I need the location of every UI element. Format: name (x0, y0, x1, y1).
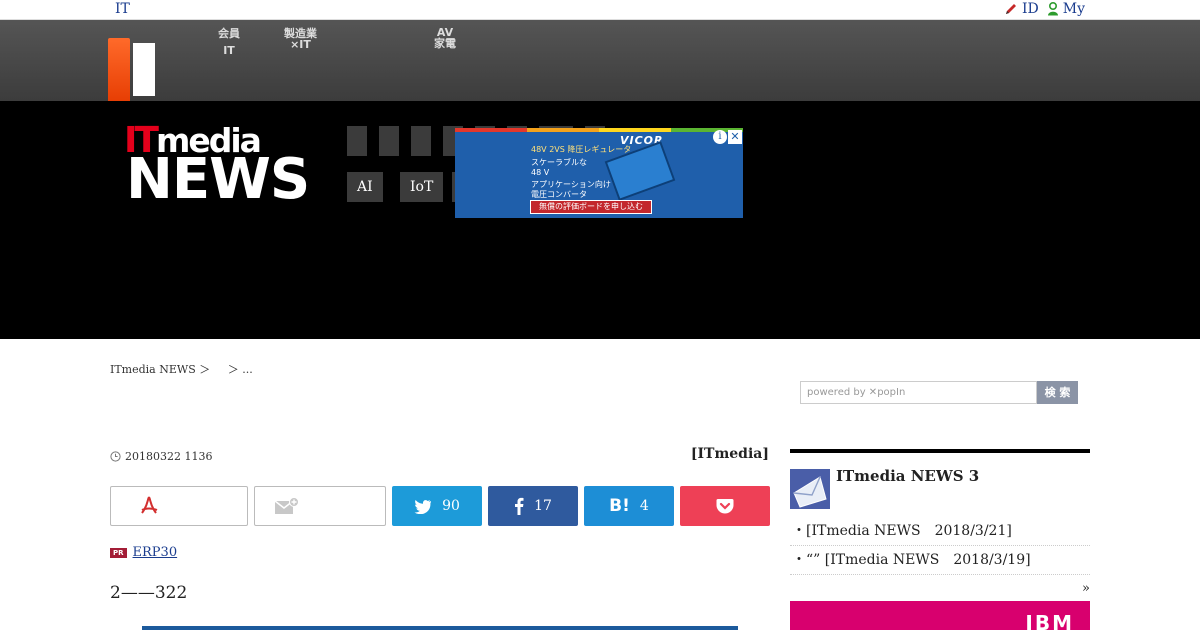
mail-share-button[interactable] (254, 486, 386, 526)
pocket-share-button[interactable] (680, 486, 770, 526)
channel-member-it[interactable]: 会員 IT (218, 28, 240, 56)
pocket-icon (716, 499, 734, 514)
ad-line-1: 48V 2VS 降圧レギュレータ (531, 145, 632, 154)
article-lede: 2——322 (110, 583, 188, 603)
twitter-icon (414, 499, 432, 514)
pr-line: PR ERP30 (110, 545, 238, 560)
channel-bar: 会員 IT 製造業 ×IT AV 家電 (0, 20, 1200, 107)
channel-av[interactable]: AV 家電 (434, 27, 456, 49)
ad-cta-button[interactable]: 無償の評価ボードを申し込む (530, 200, 652, 214)
breadcrumb-root[interactable]: ITmedia NEWS ＞ (110, 363, 210, 376)
sidebar-header: ITmedia NEWS 3 (790, 467, 1090, 509)
pr-badge: PR (110, 547, 127, 558)
pr-link[interactable]: ERP30 (133, 545, 238, 560)
pencil-icon (1005, 4, 1016, 14)
article-byline: [ITmedia] (690, 446, 769, 462)
tag-ai[interactable]: AI (347, 172, 383, 202)
sidebar-rule (790, 449, 1090, 453)
ad-close-icon[interactable]: ✕ (728, 130, 742, 144)
top-brand-link[interactable]: IT (115, 1, 130, 17)
breadcrumb-rest: ＞ ... (227, 363, 253, 376)
sidebar-item-1[interactable]: ・[ITmedia NEWS 2018/3/21] (790, 517, 1090, 546)
breadcrumb: ITmedia NEWS ＞ ＞ ... (110, 361, 253, 377)
sidebar-list: ・[ITmedia NEWS 2018/3/21] ・“” [ITmedia N… (790, 517, 1090, 575)
top-links: ID My (1004, 1, 1085, 17)
article-date-text: 20180322 1136 (125, 450, 213, 463)
ibm-logo: IBM (1025, 611, 1074, 630)
logo-news-text: NEWS (126, 147, 310, 212)
pdf-icon (141, 496, 158, 514)
article-date: 20180322 1136 (110, 450, 212, 463)
ad-line-3: 48 V (531, 168, 550, 177)
itmedia-orange-logo[interactable] (108, 38, 130, 107)
hatena-count: 4 (639, 498, 649, 514)
facebook-icon (515, 497, 524, 515)
sidebar-more-link[interactable]: » (790, 581, 1090, 596)
my-link-label: My (1062, 1, 1085, 17)
twitter-count: 90 (442, 498, 460, 514)
hatena-share-button[interactable]: B! 4 (584, 486, 674, 526)
nav-item-3[interactable] (411, 126, 431, 156)
search-button[interactable]: 検 索 (1037, 381, 1078, 404)
ad-line-5: 電圧コンバータ (531, 190, 587, 199)
itmedia-news-logo[interactable]: ITmedia NEWS (124, 120, 310, 210)
sidebar-title[interactable]: ITmedia NEWS 3 (836, 467, 979, 485)
article-figure-border (142, 626, 738, 630)
channel-sub-3: 家電 (434, 37, 456, 50)
ad-color-stripe (455, 128, 743, 132)
my-link[interactable]: My (1047, 1, 1085, 17)
id-link[interactable]: ID (1004, 1, 1039, 17)
hatena-bookmark-icon: B! (609, 496, 630, 516)
top-utility-bar: IT ID My (0, 0, 1200, 20)
channel-sub-2: ×IT (290, 38, 311, 51)
channel-manufacturing[interactable]: 製造業 ×IT (284, 28, 317, 50)
newsletter-mail-icon (790, 469, 830, 509)
ad-info-icon[interactable]: i (713, 130, 727, 144)
clock-icon (110, 451, 121, 462)
vicor-ad-banner[interactable]: VICOR 48V 2VS 降圧レギュレータ スケーラブルな 48 V アプリケ… (455, 128, 743, 218)
tag-iot[interactable]: IoT (400, 172, 444, 202)
mail-plus-icon (274, 497, 299, 514)
search-input[interactable]: powered by ✕popIn (800, 381, 1037, 404)
id-link-label: ID (1021, 1, 1039, 17)
channel-sub-1: IT (223, 44, 235, 57)
ad-line-2: スケーラブルな (531, 158, 587, 167)
facebook-share-button[interactable]: 17 (488, 486, 578, 526)
nav-item-2[interactable] (379, 126, 399, 156)
itmedia-white-logo-mark (133, 43, 155, 96)
person-icon (1047, 2, 1058, 16)
sidebar-item-2[interactable]: ・“” [ITmedia NEWS 2018/3/19] (790, 546, 1090, 575)
ibm-ad-banner[interactable]: IBM (790, 601, 1090, 630)
facebook-count: 17 (534, 498, 552, 514)
nav-item-1[interactable] (347, 126, 367, 156)
sidebar-newsletter: ITmedia NEWS 3 ・[ITmedia NEWS 2018/3/21]… (790, 449, 1090, 596)
channel-label-1: 会員 (218, 27, 240, 40)
twitter-share-button[interactable]: 90 (392, 486, 482, 526)
site-search: powered by ✕popIn 検 索 (800, 381, 1078, 404)
pdf-button[interactable] (110, 486, 248, 526)
